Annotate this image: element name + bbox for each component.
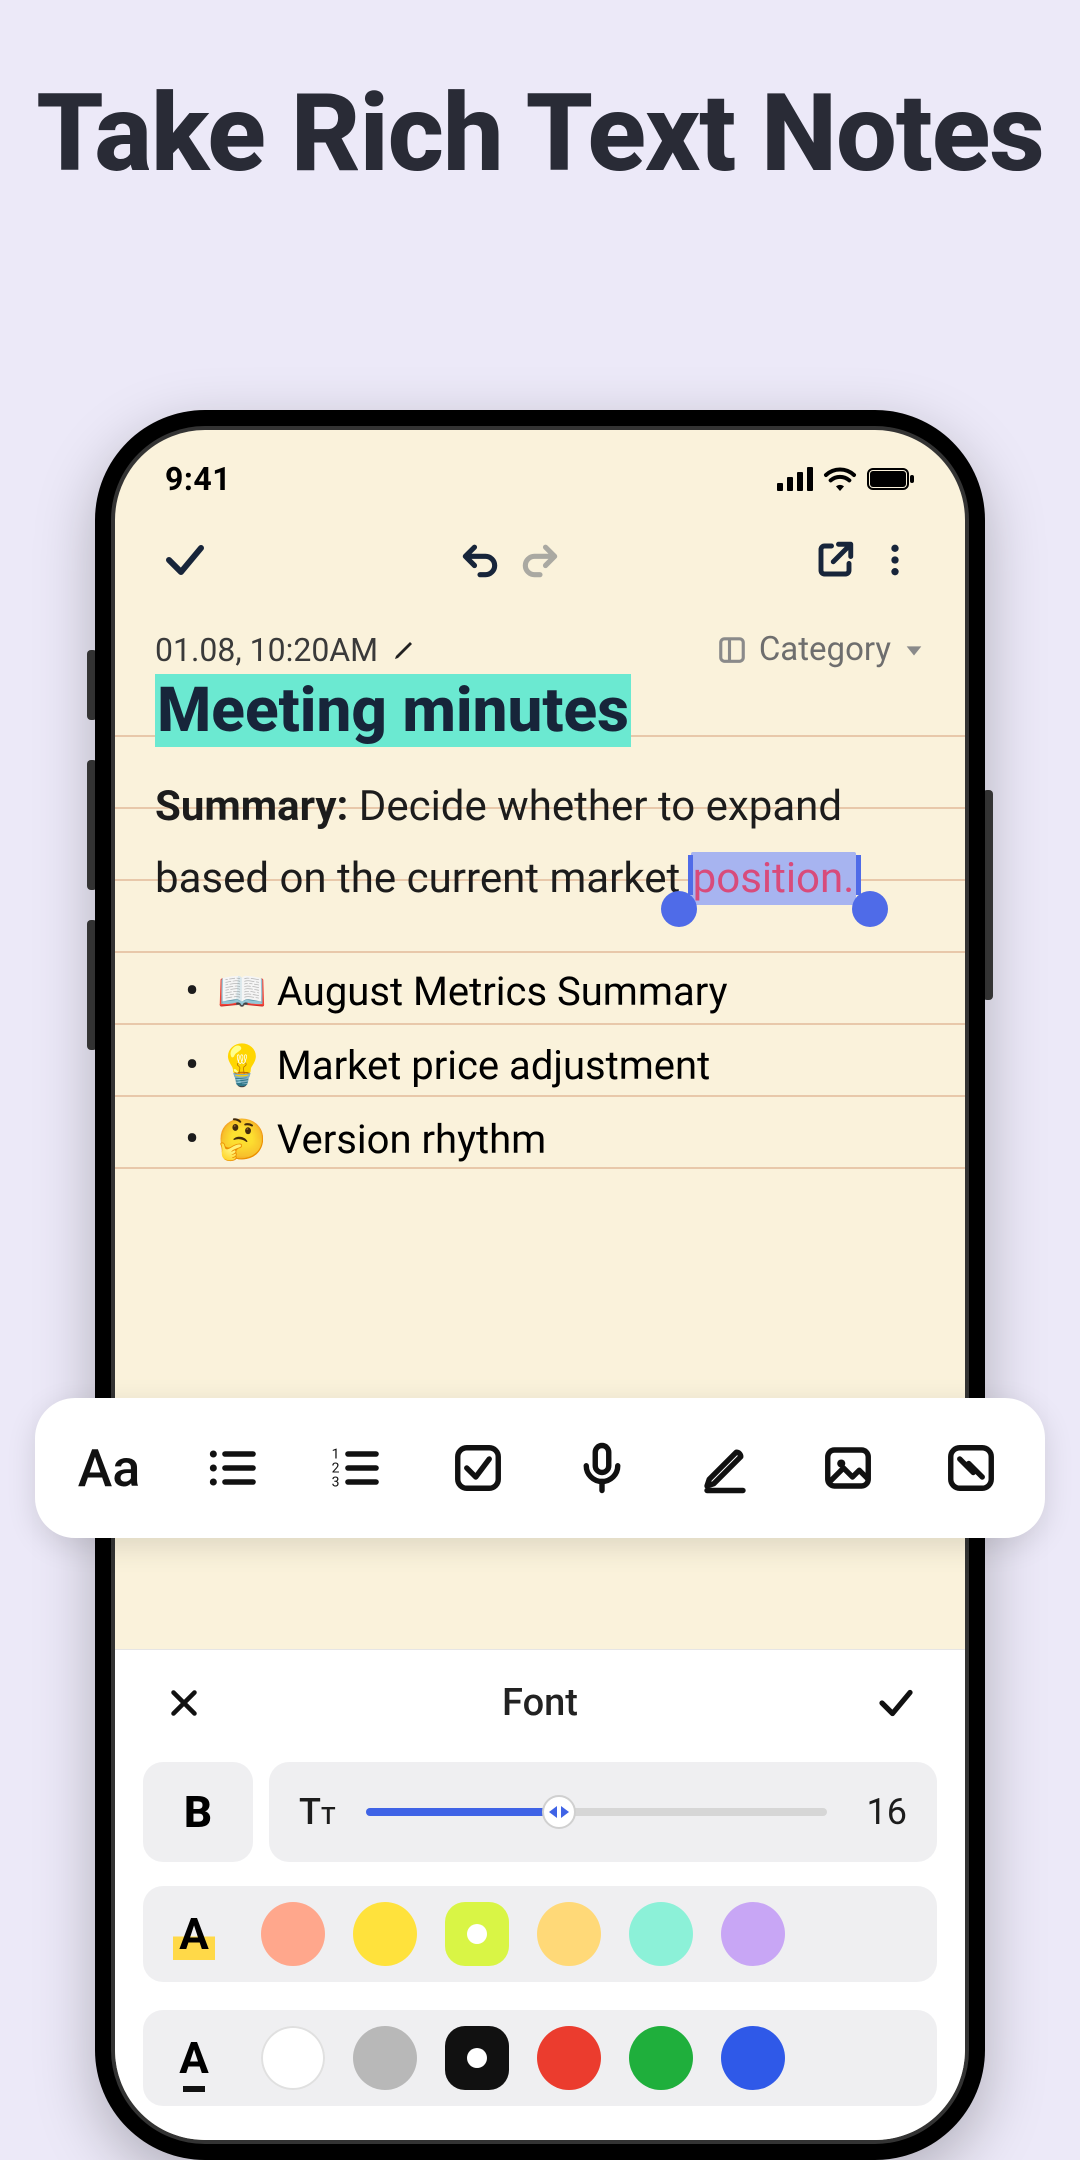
image-button[interactable]: [798, 1428, 898, 1508]
share-button[interactable]: [805, 530, 865, 590]
selection-handle-left[interactable]: [661, 891, 697, 927]
note-title: Meeting minutes: [155, 674, 631, 747]
font-panel-title: Font: [502, 1681, 578, 1725]
note-meta-row: 01.08, 10:20AM Category: [115, 600, 965, 669]
bullet-list-button[interactable]: [182, 1428, 282, 1508]
wifi-icon: [823, 467, 857, 491]
textcolor-swatch[interactable]: [537, 2026, 601, 2090]
bold-toggle[interactable]: B: [143, 1762, 253, 1862]
status-bar: 9:41: [115, 430, 965, 510]
highlight-swatch[interactable]: [261, 1902, 325, 1966]
font-panel-header: Font: [115, 1650, 965, 1752]
note-summary: Summary: Decide whether to expand based …: [155, 771, 925, 915]
highlight-swatch[interactable]: [445, 1902, 509, 1966]
font-panel: Font B TT 16: [115, 1649, 965, 2140]
list-item: 📖 August Metrics Summary: [185, 955, 925, 1029]
highlight-swatch[interactable]: [629, 1902, 693, 1966]
undo-button[interactable]: [450, 530, 510, 590]
apply-font-button[interactable]: [871, 1678, 921, 1728]
bullet-text: August Metrics Summary: [277, 968, 728, 1015]
draw-button[interactable]: [675, 1428, 775, 1508]
status-icons: [777, 467, 915, 491]
phone-frame: 9:41: [95, 410, 985, 2160]
battery-icon: [867, 467, 915, 491]
font-size-row: B TT 16: [115, 1752, 965, 1872]
summary-label: Summary:: [155, 782, 348, 831]
voice-button[interactable]: [552, 1428, 652, 1508]
checklist-button[interactable]: [428, 1428, 528, 1508]
highlight-swatch[interactable]: [537, 1902, 601, 1966]
highlight-swatch[interactable]: [721, 1902, 785, 1966]
font-size-control: TT 16: [269, 1762, 937, 1862]
bullet-emoji: 📖: [217, 968, 267, 1015]
redo-button[interactable]: [510, 530, 570, 590]
hero-title: Take Rich Text Notes: [0, 0, 1080, 194]
selected-text: position.: [691, 852, 857, 905]
cellular-icon: [777, 467, 813, 491]
svg-text:3: 3: [332, 1475, 340, 1491]
status-time: 9:41: [165, 460, 231, 498]
editor-topbar: [115, 510, 965, 600]
category-label: Category: [759, 630, 891, 669]
phone-screen: 9:41: [111, 426, 969, 2144]
font-size-value: 16: [867, 1791, 907, 1833]
text-color-row: A: [115, 1996, 965, 2140]
highlight-color-row: A: [115, 1872, 965, 1996]
text-size-icon: TT: [299, 1791, 336, 1833]
textcolor-swatch[interactable]: [353, 2026, 417, 2090]
pencil-icon: [392, 638, 416, 662]
textcolor-swatch[interactable]: [629, 2026, 693, 2090]
bullet-list: 📖 August Metrics Summary 💡 Market price …: [155, 955, 925, 1177]
bullet-emoji: 🤔: [217, 1116, 267, 1163]
textcolor-swatch[interactable]: [261, 2026, 325, 2090]
slider-thumb[interactable]: [542, 1795, 576, 1829]
bullet-emoji: 💡: [217, 1042, 267, 1089]
list-item: 🤔 Version rhythm: [185, 1103, 925, 1177]
template-button[interactable]: [921, 1428, 1021, 1508]
note-date[interactable]: 01.08, 10:20AM: [155, 631, 416, 669]
chevron-down-icon: [903, 639, 925, 661]
selection-handle-right[interactable]: [852, 891, 888, 927]
numbered-list-button[interactable]: 123: [305, 1428, 405, 1508]
close-font-panel-button[interactable]: [159, 1678, 209, 1728]
bullet-text: Market price adjustment: [277, 1042, 710, 1089]
text-selection[interactable]: position.: [691, 843, 857, 915]
list-item: 💡 Market price adjustment: [185, 1029, 925, 1103]
editor-toolbar: Aa 123: [35, 1398, 1045, 1538]
highlight-color-label: A: [155, 1908, 233, 1960]
font-tool-button[interactable]: Aa: [59, 1428, 159, 1508]
category-icon: [717, 635, 747, 665]
font-size-slider[interactable]: [366, 1808, 827, 1816]
bullet-text: Version rhythm: [277, 1116, 546, 1163]
note-content[interactable]: Meeting minutes Summary: Decide whether …: [115, 669, 965, 1177]
done-check-button[interactable]: [155, 530, 215, 590]
highlight-swatch[interactable]: [353, 1902, 417, 1966]
category-selector[interactable]: Category: [717, 630, 925, 669]
textcolor-swatch[interactable]: [721, 2026, 785, 2090]
text-color-label: A: [155, 2032, 233, 2084]
more-menu-button[interactable]: [865, 530, 925, 590]
textcolor-swatch[interactable]: [445, 2026, 509, 2090]
note-date-text: 01.08, 10:20AM: [155, 631, 378, 669]
